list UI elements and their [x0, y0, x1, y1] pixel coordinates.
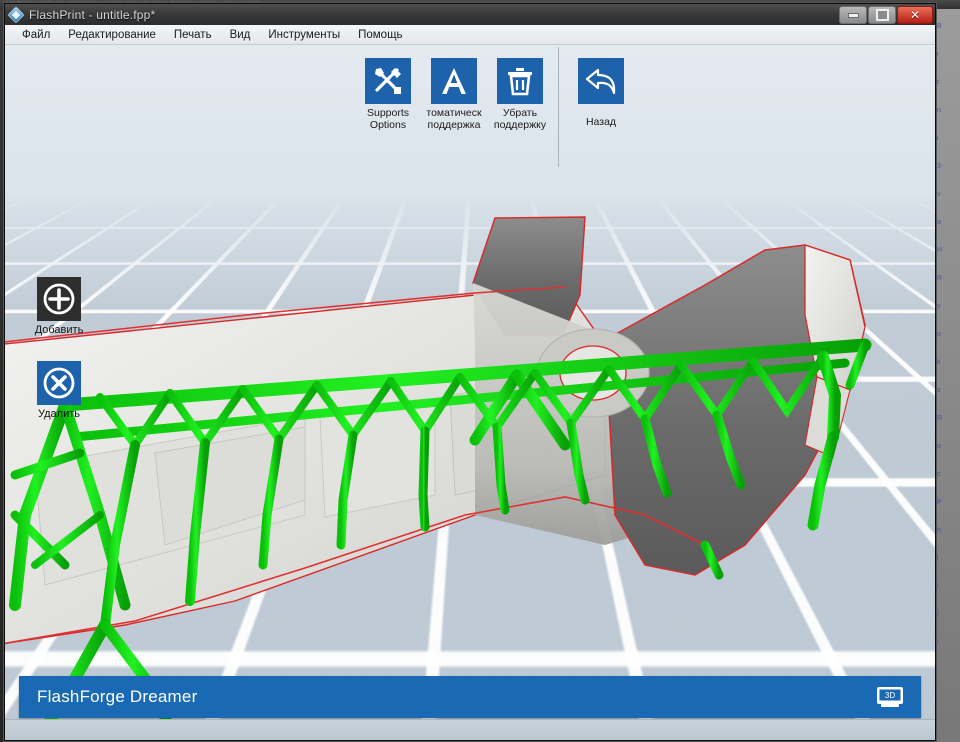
menu-tools[interactable]: Инструменты — [259, 27, 349, 43]
title-bar[interactable]: FlashPrint - untitle.fpp* ✕ — [5, 4, 935, 25]
clear-supports-line2: поддержку — [493, 118, 547, 131]
auto-supports-button[interactable]: томатическ поддержка — [421, 58, 487, 131]
menu-file[interactable]: Файл — [13, 27, 59, 43]
background-text-line: i — [937, 135, 939, 142]
screen-root: FlashPrint • untitle.fpp • поддержка • F… — [0, 0, 960, 742]
background-text-line: / — [937, 583, 939, 590]
printer-name: FlashForge Dreamer — [37, 687, 198, 706]
menu-help[interactable]: Помощь — [349, 27, 411, 43]
auto-supports-line2: поддержка — [427, 118, 481, 131]
remove-support-label: Удалить — [38, 408, 80, 420]
background-text-line: h — [937, 527, 941, 534]
viewport-bottom-strip — [5, 719, 935, 740]
background-text-line: c — [937, 471, 941, 478]
flashprint-diamond-icon — [7, 6, 25, 23]
printer-status-icon[interactable]: 3D — [875, 685, 905, 709]
background-text-line: n — [937, 107, 941, 114]
background-text-line: s — [937, 387, 941, 394]
background-text-line: o — [937, 331, 941, 338]
background-text-line: l — [937, 555, 939, 562]
svg-text:3D: 3D — [885, 691, 895, 700]
letter-a-icon — [431, 58, 477, 104]
background-text-line: o — [937, 443, 941, 450]
supports-options-button[interactable]: Supports Options — [355, 58, 421, 131]
back-button[interactable]: Назад — [568, 58, 634, 129]
plus-circle-icon — [37, 277, 81, 321]
trash-can-icon — [497, 58, 543, 104]
minimize-button[interactable] — [839, 6, 867, 24]
window-controls: ✕ — [839, 6, 933, 24]
supports-toolbar: Supports Options томатическ поддержка Уб… — [355, 47, 634, 167]
3d-viewport[interactable]: Supports Options томатическ поддержка Уб… — [5, 45, 935, 740]
auto-supports-label: томатическ поддержка — [416, 107, 492, 131]
clear-supports-button[interactable]: Убрать поддержку — [487, 58, 553, 131]
background-text-line: R — [937, 275, 943, 282]
background-text-line: H — [937, 247, 943, 254]
add-support-label: Добавить — [34, 324, 84, 336]
background-text-line: y — [937, 303, 941, 310]
supports-options-line2: Options — [369, 118, 407, 131]
auto-supports-line1: томатическ — [426, 107, 482, 119]
clear-supports-label: Убрать поддержку — [482, 107, 558, 131]
toolbar-separator — [558, 47, 559, 167]
background-text-line: 3 — [937, 163, 941, 170]
menu-view[interactable]: Вид — [221, 27, 260, 43]
maximize-button[interactable] — [868, 6, 896, 24]
wrench-screwdriver-icon — [365, 58, 411, 104]
background-text-line: v — [937, 191, 941, 198]
background-text-line: B — [937, 23, 942, 30]
background-text-line: t — [937, 79, 939, 86]
background-text-line: / — [937, 639, 939, 646]
clear-supports-line1: Убрать — [502, 107, 538, 119]
flashprint-window: FlashPrint - untitle.fpp* ✕ Файл Редактир… — [4, 3, 936, 741]
background-text-line: k — [937, 359, 941, 366]
background-text-line: R — [937, 415, 943, 422]
supports-options-line1: Supports — [366, 107, 410, 119]
window-title: FlashPrint - untitle.fpp* — [29, 7, 156, 22]
menu-edit[interactable]: Редактирование — [59, 27, 165, 43]
remove-support-button[interactable]: Удалить — [24, 361, 94, 420]
x-circle-icon — [37, 361, 81, 405]
undo-arrow-icon — [578, 58, 624, 104]
toolbar-group-main: Supports Options томатическ поддержка Уб… — [355, 58, 553, 131]
background-text-line: i — [937, 51, 939, 58]
close-button[interactable]: ✕ — [897, 6, 933, 24]
menu-print[interactable]: Печать — [165, 27, 221, 43]
add-support-button[interactable]: Добавить — [24, 277, 94, 336]
back-label: Назад — [585, 116, 617, 128]
background-text-line: P — [937, 499, 942, 506]
menu-bar: Файл Редактирование Печать Вид Инструменты По… — [5, 25, 935, 45]
printer-status-bar[interactable]: FlashForge Dreamer 3D — [19, 676, 921, 718]
background-text-line: / — [937, 611, 939, 618]
background-text-line: a — [937, 219, 941, 226]
supports-options-label: Supports Options — [350, 107, 426, 131]
background-right-panel: Bi t n i 3 v a H Ry o k s Ro c Ph l / / / — [934, 9, 960, 742]
